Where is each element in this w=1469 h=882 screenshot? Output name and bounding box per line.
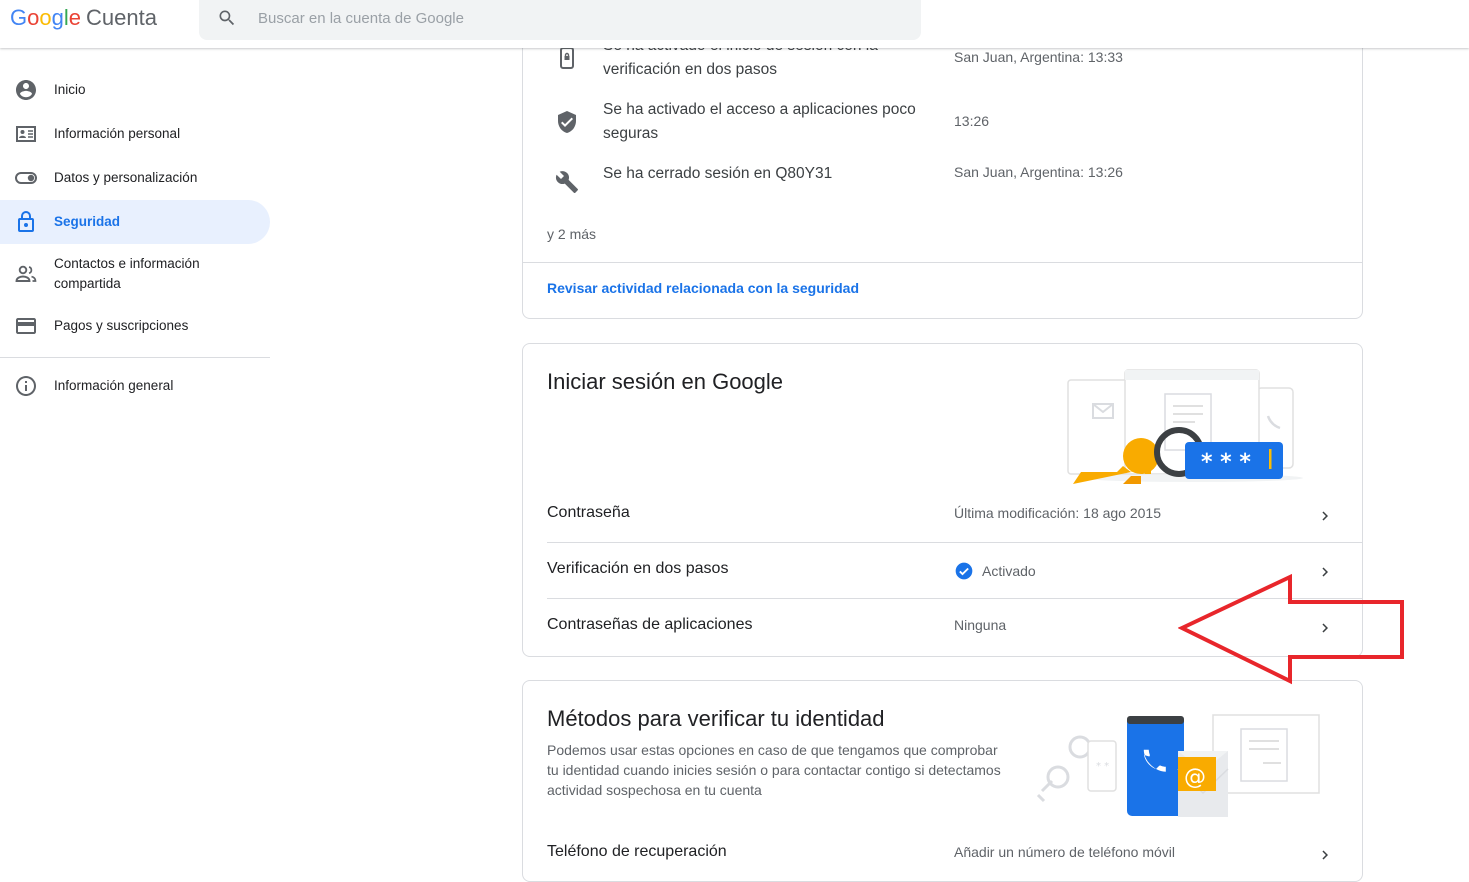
recovery-phone-row[interactable]: Teléfono de recuperación Añadir un númer… bbox=[547, 827, 1362, 882]
search-icon[interactable] bbox=[217, 8, 237, 28]
row-divider bbox=[547, 542, 1362, 543]
row-value: Añadir un número de teléfono móvil bbox=[954, 844, 1176, 860]
shield-check-icon bbox=[558, 111, 576, 133]
event-location-time: San Juan, Argentina: 13:33 bbox=[954, 49, 1123, 65]
row-value: Activado bbox=[954, 561, 1036, 581]
sidebar-item-informacion-personal[interactable]: Información personal bbox=[0, 112, 270, 156]
google-account-logo[interactable]: Google Cuenta bbox=[10, 5, 157, 31]
wrench-icon bbox=[555, 171, 578, 193]
search-bar[interactable] bbox=[199, 0, 921, 40]
chevron-right-icon bbox=[1322, 850, 1328, 860]
info-icon bbox=[16, 376, 36, 396]
status-text: Activado bbox=[982, 563, 1036, 579]
top-bar: Google Cuenta bbox=[0, 0, 1469, 48]
row-label: Teléfono de recuperación bbox=[547, 843, 727, 860]
password-row[interactable]: Contraseña Última modificación: 18 ago 2… bbox=[547, 488, 1362, 543]
review-security-activity-link[interactable]: Revisar actividad relacionada con la seg… bbox=[547, 280, 859, 296]
lock-icon bbox=[18, 211, 34, 232]
sidebar-item-seguridad[interactable]: Seguridad bbox=[0, 200, 270, 244]
row-value: Ninguna bbox=[954, 617, 1007, 633]
sidebar-item-inicio[interactable]: Inicio bbox=[0, 68, 270, 112]
svg-text:@: @ bbox=[1184, 765, 1206, 790]
sidebar-item-contactos[interactable]: Contactos e información compartida bbox=[0, 252, 270, 296]
svg-text:* * *: * * * bbox=[1201, 450, 1251, 475]
card-description: Podemos usar estas opciones en caso de q… bbox=[547, 742, 1001, 798]
check-circle-icon bbox=[955, 562, 973, 580]
sidebar-item-datos-personalizacion[interactable]: Datos y personalización bbox=[0, 156, 270, 200]
toggle-icon bbox=[15, 172, 37, 184]
account-circle-icon bbox=[16, 80, 36, 100]
sidebar-item-informacion-general[interactable]: Información general bbox=[0, 364, 270, 408]
sidebar-item-label: Pagos y suscripciones bbox=[54, 318, 189, 333]
event-location-time: 13:26 bbox=[954, 113, 990, 129]
svg-text:* *: * * bbox=[1096, 761, 1109, 772]
row-label: Contraseña bbox=[547, 504, 630, 521]
credit-card-icon bbox=[16, 318, 36, 334]
id-card-icon bbox=[16, 126, 36, 142]
identity-methods-illustration: * * @ bbox=[1036, 714, 1320, 817]
security-event-row: Se ha activado el acceso a aplicaciones … bbox=[523, 96, 1362, 146]
row-label: Verificación en dos pasos bbox=[547, 560, 729, 577]
card-title: Métodos para verificar tu identidad bbox=[547, 706, 885, 731]
password-key-illustration: * * * bbox=[1067, 369, 1303, 484]
more-events-count: y 2 más bbox=[547, 226, 597, 242]
card-title: Iniciar sesión en Google bbox=[547, 369, 784, 394]
people-icon bbox=[15, 265, 37, 282]
event-description: Se ha cerrado sesión en Q80Y31 bbox=[603, 165, 833, 182]
card-divider bbox=[523, 262, 1362, 263]
verify-identity-card: Métodos para verificar tu identidad Pode… bbox=[522, 680, 1363, 882]
sidebar-item-label: Información personal bbox=[54, 126, 181, 141]
sidebar-divider bbox=[0, 357, 270, 358]
phone-lock-icon bbox=[560, 47, 574, 69]
event-location-time: San Juan, Argentina: 13:26 bbox=[954, 164, 1123, 180]
security-event-row: Se ha cerrado sesión en Q80Y31 San Juan,… bbox=[523, 162, 1362, 212]
sidebar-item-label: Datos y personalización bbox=[54, 170, 198, 185]
chevron-right-icon bbox=[1322, 511, 1328, 521]
row-value: Última modificación: 18 ago 2015 bbox=[954, 505, 1162, 521]
red-annotation-arrow bbox=[1178, 573, 1404, 685]
sidebar-item-label: Contactos e información compartida bbox=[54, 256, 200, 291]
row-label: Contraseñas de aplicaciones bbox=[547, 616, 753, 633]
sidebar-item-label: Inicio bbox=[54, 82, 86, 97]
search-input[interactable] bbox=[256, 4, 900, 32]
event-description: Se ha activado el acceso a aplicaciones … bbox=[603, 101, 916, 142]
sidebar-item-label: Seguridad bbox=[54, 214, 121, 229]
product-name: Cuenta bbox=[86, 5, 157, 30]
sidebar-item-pagos[interactable]: Pagos y suscripciones bbox=[0, 304, 270, 348]
sidebar-item-label: Información general bbox=[54, 378, 174, 393]
